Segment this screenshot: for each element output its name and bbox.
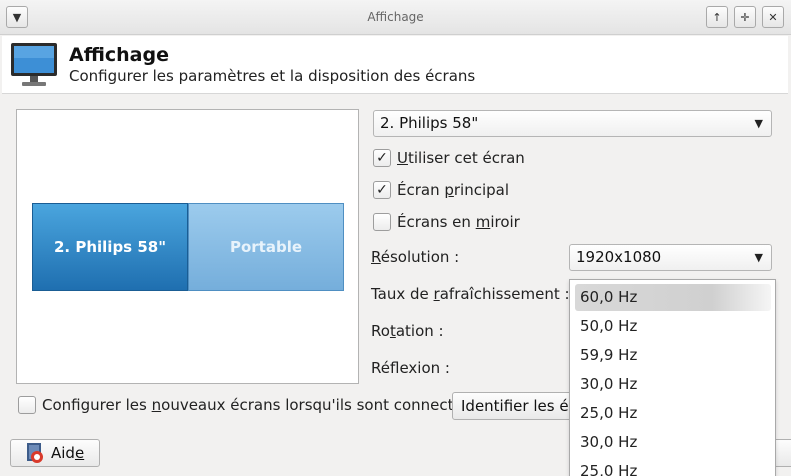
identify-displays-label: Identifier les éc bbox=[461, 397, 577, 415]
checkmark-icon: ✓ bbox=[376, 182, 388, 198]
use-display-label: Utiliser cet écran bbox=[397, 149, 525, 167]
move-icon: ✛ bbox=[740, 10, 750, 24]
checkbox-box[interactable]: ✓ bbox=[373, 181, 391, 199]
identify-displays-button[interactable]: Identifier les éc bbox=[452, 392, 582, 420]
configure-new-displays-checkbox[interactable]: Configurer les nouveaux écrans lorsqu'il… bbox=[18, 396, 471, 414]
refresh-option[interactable]: 59,9 Hz bbox=[575, 342, 771, 369]
title-bar: ▼ Affichage ↑ ✛ ✕ bbox=[0, 0, 791, 35]
display-layout-preview[interactable]: 2. Philips 58" Portable bbox=[16, 109, 359, 384]
refresh-option[interactable]: 30,0 Hz bbox=[575, 371, 771, 398]
move-button[interactable]: ✛ bbox=[734, 6, 756, 28]
help-button[interactable]: Aide bbox=[10, 439, 100, 467]
refresh-rate-dropdown[interactable]: 60,0 Hz 50,0 Hz 59,9 Hz 30,0 Hz 25,0 Hz … bbox=[569, 279, 776, 476]
checkbox-box[interactable] bbox=[18, 396, 36, 414]
page-subtitle: Configurer les paramètres et la disposit… bbox=[69, 67, 476, 85]
primary-display-label: Écran principal bbox=[397, 181, 510, 199]
refresh-option[interactable]: 30,0 Hz bbox=[575, 429, 771, 456]
monitor-tile-portable[interactable]: Portable bbox=[188, 203, 344, 291]
primary-display-checkbox[interactable]: ✓ Écran principal bbox=[373, 181, 509, 199]
window-title: Affichage bbox=[367, 10, 424, 24]
display-select-value: 2. Philips 58" bbox=[380, 114, 479, 132]
refresh-rate-label: Taux de rafraîchissement : bbox=[371, 285, 570, 303]
resolution-label: Résolution : bbox=[371, 248, 460, 266]
refresh-option[interactable]: 60,0 Hz bbox=[575, 284, 771, 311]
monitor-icon bbox=[11, 43, 57, 86]
chevron-down-icon: ▼ bbox=[754, 251, 763, 264]
checkbox-box[interactable]: ✓ bbox=[373, 149, 391, 167]
checkmark-icon: ✓ bbox=[376, 150, 388, 166]
keep-above-button[interactable]: ↑ bbox=[706, 6, 728, 28]
arrow-up-icon: ↑ bbox=[712, 10, 722, 24]
monitor-tile-label: Portable bbox=[229, 238, 303, 256]
display-select[interactable]: 2. Philips 58" ▼ bbox=[373, 110, 772, 137]
monitor-tile-philips[interactable]: 2. Philips 58" bbox=[32, 203, 188, 291]
resolution-value: 1920x1080 bbox=[576, 248, 662, 266]
close-button[interactable]: ✕ bbox=[762, 6, 784, 28]
mirror-displays-label: Écrans en miroir bbox=[397, 213, 520, 231]
rotation-label: Rotation : bbox=[371, 322, 444, 340]
help-label: Aide bbox=[51, 444, 85, 462]
use-display-checkbox[interactable]: ✓ Utiliser cet écran bbox=[373, 149, 525, 167]
refresh-option[interactable]: 25,0 Hz bbox=[575, 400, 771, 427]
reflection-label: Réflexion : bbox=[371, 359, 450, 377]
close-icon: ✕ bbox=[768, 10, 778, 24]
mirror-displays-checkbox[interactable]: Écrans en miroir bbox=[373, 213, 520, 231]
header: Affichage Configurer les paramètres et l… bbox=[2, 36, 788, 94]
monitor-tile-label: 2. Philips 58" bbox=[53, 238, 167, 256]
refresh-option[interactable]: 25,0 Hz bbox=[575, 458, 771, 476]
refresh-option[interactable]: 50,0 Hz bbox=[575, 313, 771, 340]
resolution-select[interactable]: 1920x1080 ▼ bbox=[569, 244, 772, 271]
checkbox-box[interactable] bbox=[373, 213, 391, 231]
page-title: Affichage bbox=[69, 44, 169, 66]
configure-new-displays-label: Configurer les nouveaux écrans lorsqu'il… bbox=[42, 396, 471, 414]
chevron-down-icon: ▼ bbox=[754, 117, 763, 130]
help-icon bbox=[27, 443, 43, 463]
